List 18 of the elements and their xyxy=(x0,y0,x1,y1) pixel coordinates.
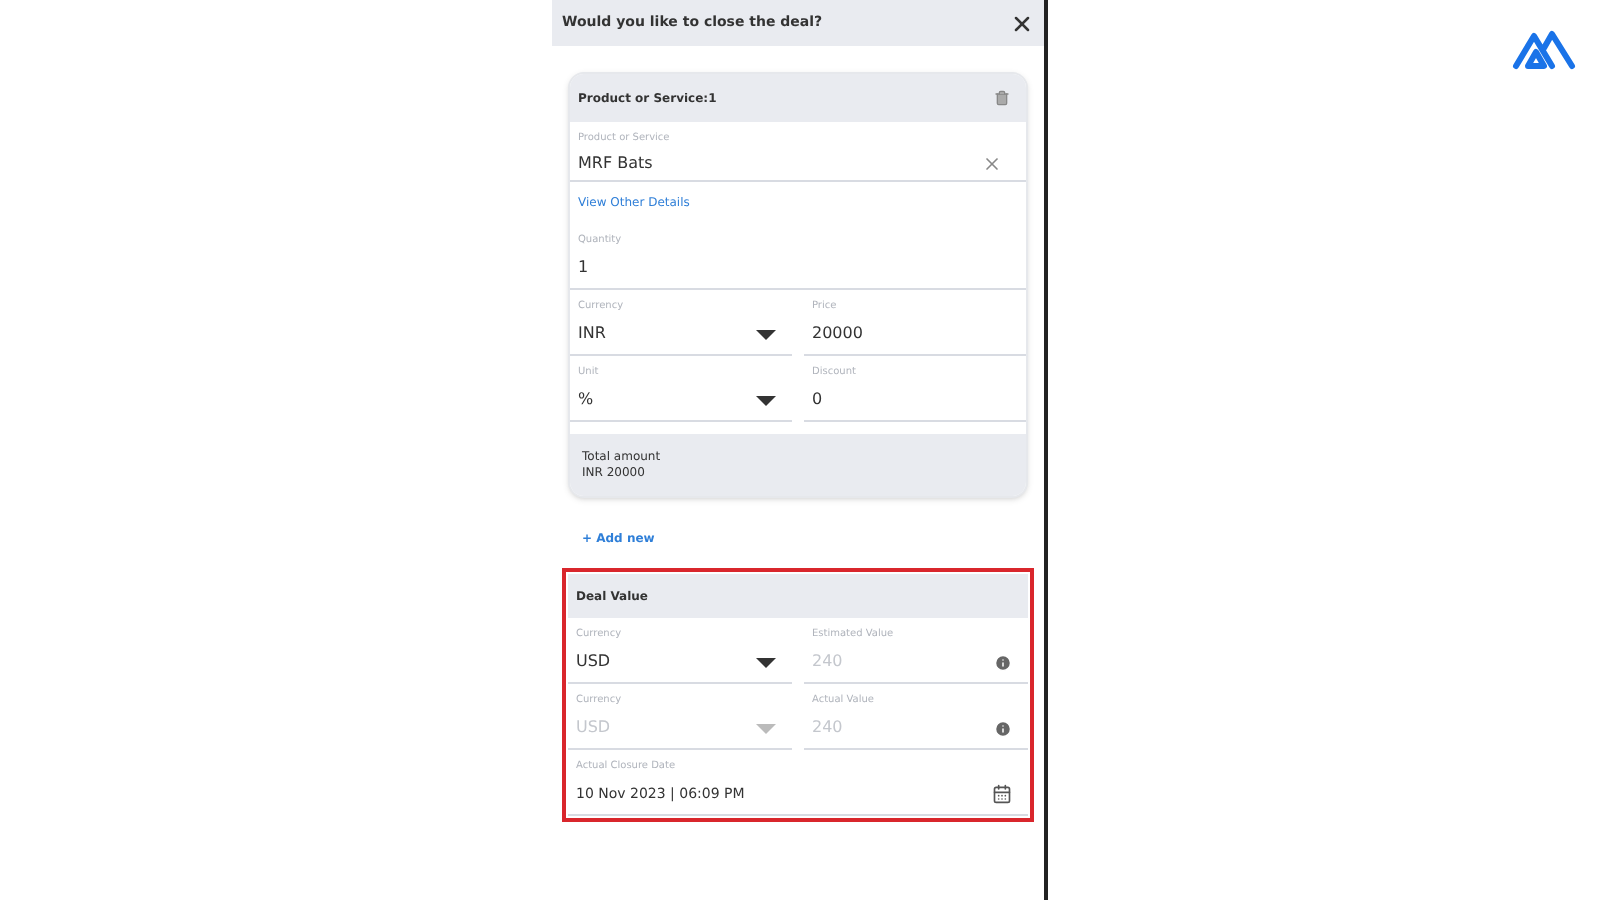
clear-icon[interactable] xyxy=(982,153,1002,173)
logo-icon xyxy=(1510,28,1578,72)
dropdown-caret-icon xyxy=(756,657,776,667)
input-field[interactable]: MRF Bats xyxy=(578,146,1018,180)
input-field[interactable]: 1 xyxy=(578,248,1018,288)
info-icon xyxy=(994,719,1012,737)
dropdown-caret-icon xyxy=(756,395,776,405)
info-icon xyxy=(994,653,1012,671)
close-button[interactable] xyxy=(1010,11,1034,35)
calendar-icon[interactable] xyxy=(992,784,1012,804)
select-field[interactable]: % xyxy=(578,380,784,420)
select-field[interactable]: INR xyxy=(578,314,784,354)
trash-icon[interactable] xyxy=(994,90,1010,106)
input-field[interactable]: 0 xyxy=(812,380,1018,420)
input-field[interactable]: 20000 xyxy=(812,314,1018,354)
select-field[interactable]: USD xyxy=(576,642,784,682)
dropdown-caret-icon xyxy=(756,723,776,733)
dropdown-caret-icon xyxy=(756,329,776,339)
